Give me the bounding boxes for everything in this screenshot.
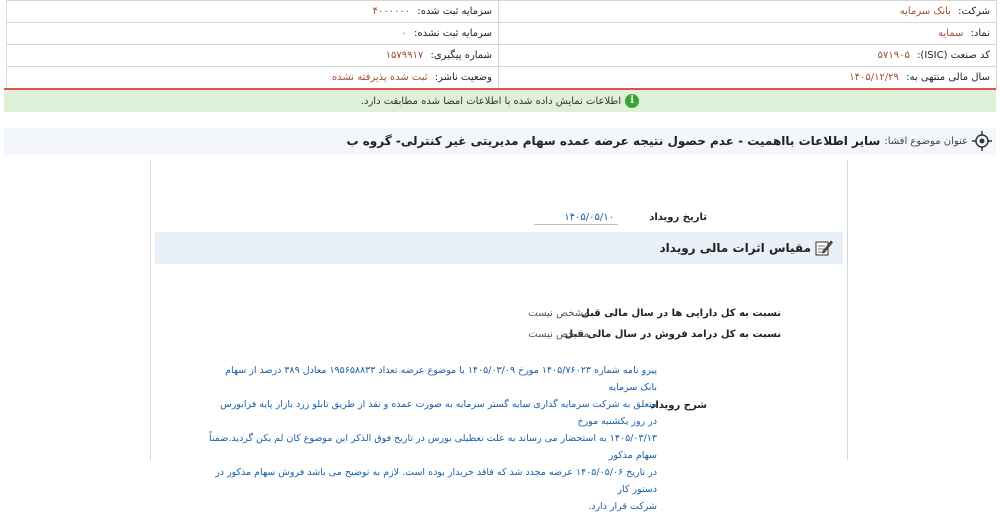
status-label: وضعیت ناشر: xyxy=(434,72,492,83)
info-row: شرکت: بانک سرمایه سرمایه ثبت شده: ۴۰۰۰۰۰… xyxy=(6,0,997,23)
description-text: پیرو نامه شماره ۱۴۰۵/۷۶۰۲۳ مورخ ۱۴۰۵/۰۳/… xyxy=(209,362,657,515)
ratio-label: نسبت به کل درامد فروش در سال مالی قبل xyxy=(564,329,781,340)
tracking-label: شماره پیگیری: xyxy=(430,50,492,61)
isic-label: کد صنعت (ISIC): xyxy=(917,50,990,61)
event-date-row: تاریخ رویداد ۱۴۰۵/۰۵/۱۰ xyxy=(534,212,707,225)
event-date-value: ۱۴۰۵/۰۵/۱۰ xyxy=(534,212,619,225)
tracking-value: ۱۵۷۹۹۱۷ xyxy=(385,50,424,61)
notice-text: اطلاعات نمایش داده شده با اطلاعات امضا ش… xyxy=(360,95,622,107)
company-info-table: شرکت: بانک سرمایه سرمایه ثبت شده: ۴۰۰۰۰۰… xyxy=(6,0,997,89)
event-date-label: تاریخ رویداد xyxy=(649,212,707,223)
unregistered-capital-value: ۰ xyxy=(401,28,407,39)
ratio-label: نسبت به کل دارایی ها در سال مالی قبل xyxy=(581,308,781,319)
registered-capital-value: ۴۰۰۰۰۰۰ xyxy=(372,6,411,17)
status-value: ثبت شده پذیرفته نشده xyxy=(331,72,428,83)
company-value: بانک سرمایه xyxy=(899,6,951,17)
subject-label: عنوان موضوع افشا: xyxy=(884,135,968,147)
unregistered-capital-label: سرمایه ثبت نشده: xyxy=(414,28,492,39)
fiscal-label: سال مالی منتهی به: xyxy=(906,72,990,83)
target-icon xyxy=(972,131,992,151)
ratio-row-revenue: نسبت به کل درامد فروش در سال مالی قبل xyxy=(564,329,781,340)
description-label-row: شرح رویداد xyxy=(650,400,707,411)
symbol-value: سمایه xyxy=(938,28,964,39)
ratio-row-assets: نسبت به کل دارایی ها در سال مالی قبل xyxy=(581,308,781,319)
ratio-value: مشخص نیست xyxy=(528,329,589,340)
isic-cell: کد صنعت (ISIC): ۵۷۱۹۰۵ xyxy=(498,44,997,67)
symbol-label: نماد: xyxy=(970,28,990,39)
info-row: سال مالی منتهی به: ۱۴۰۵/۱۲/۲۹ وضعیت ناشر… xyxy=(6,66,997,89)
company-cell: شرکت: بانک سرمایه xyxy=(498,0,997,23)
company-label: شرکت: xyxy=(958,6,990,17)
ratio-value: مشخص نیست xyxy=(528,308,589,319)
isic-value: ۵۷۱۹۰۵ xyxy=(877,50,910,61)
info-row: نماد: سمایه سرمایه ثبت نشده: ۰ xyxy=(6,22,997,45)
report-body: تاریخ رویداد ۱۴۰۵/۰۵/۱۰ مقیاس اثرات مالی… xyxy=(150,160,848,512)
description-line: پیرو نامه شماره ۱۴۰۵/۷۶۰۲۳ مورخ ۱۴۰۵/۰۳/… xyxy=(225,365,657,393)
ratio-value-assets: مشخص نیست xyxy=(528,308,589,319)
fiscal-cell: سال مالی منتهی به: ۱۴۰۵/۱۲/۲۹ xyxy=(498,66,997,89)
info-icon: i xyxy=(625,94,640,108)
unregistered-capital-cell: سرمایه ثبت نشده: ۰ xyxy=(6,22,499,45)
ratio-value-revenue: مشخص نیست xyxy=(528,329,589,340)
edit-icon xyxy=(815,240,833,256)
info-row: کد صنعت (ISIC): ۵۷۱۹۰۵ شماره پیگیری: ۱۵۷… xyxy=(6,44,997,67)
description-line: شرکت قرار دارد. xyxy=(588,501,657,512)
description-line: در تاریخ ۱۴۰۵/۰۵/۰۶ عرضه مجدد شد که فاقد… xyxy=(215,467,657,495)
fiscal-value: ۱۴۰۵/۱۲/۲۹ xyxy=(849,72,899,83)
status-cell: وضعیت ناشر: ثبت شده پذیرفته نشده xyxy=(6,66,499,89)
registered-capital-label: سرمایه ثبت شده: xyxy=(417,6,492,17)
section-title: مقیاس اثرات مالی رویداد xyxy=(659,241,811,255)
verification-notice: i اطلاعات نمایش داده شده با اطلاعات امضا… xyxy=(4,88,996,112)
description-label: شرح رویداد xyxy=(650,400,707,411)
financial-impact-section: مقیاس اثرات مالی رویداد xyxy=(155,232,843,264)
registered-capital-cell: سرمایه ثبت شده: ۴۰۰۰۰۰۰ xyxy=(6,0,499,23)
description-line: متعلق به شرکت سرمایه گذاری سایه گستر سرم… xyxy=(220,399,657,427)
subject-title: سایر اطلاعات بااهمیت - عدم حصول نتیجه عر… xyxy=(346,134,881,148)
subject-bar: عنوان موضوع افشا: سایر اطلاعات بااهمیت -… xyxy=(4,128,996,154)
description-line: ۱۴۰۵/۰۳/۱۳ به استحضار می رساند به علت تع… xyxy=(209,433,657,461)
symbol-cell: نماد: سمایه xyxy=(498,22,997,45)
tracking-cell: شماره پیگیری: ۱۵۷۹۹۱۷ xyxy=(6,44,499,67)
